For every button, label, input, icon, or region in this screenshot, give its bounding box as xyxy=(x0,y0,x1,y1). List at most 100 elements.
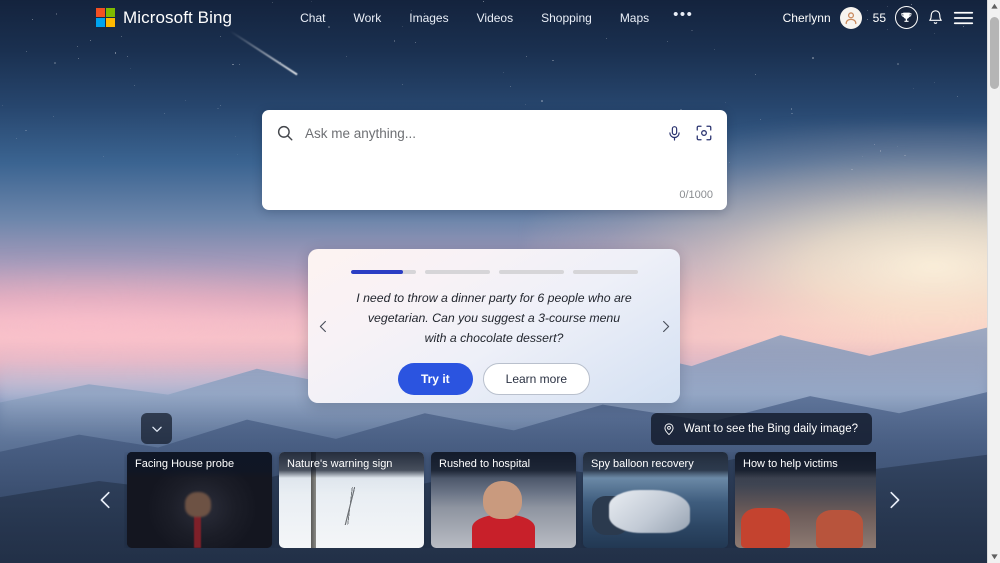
suggestion-progress-segment[interactable] xyxy=(424,270,490,274)
news-card[interactable]: How to help victims xyxy=(735,452,876,548)
avatar[interactable] xyxy=(839,6,862,29)
star xyxy=(220,35,222,37)
scrollbar-thumb[interactable] xyxy=(989,17,999,89)
search-icon xyxy=(276,124,294,142)
location-pin-icon xyxy=(662,422,676,436)
news-card-title: Rushed to hospital xyxy=(431,452,576,479)
carousel-prev-arrow[interactable] xyxy=(88,450,124,550)
nav-item-videos[interactable]: Videos xyxy=(463,6,527,30)
brand-name-text: Microsoft Bing xyxy=(123,7,233,27)
star xyxy=(53,116,55,118)
star xyxy=(526,55,528,57)
visual-search-icon[interactable] xyxy=(695,124,713,142)
star xyxy=(232,63,234,66)
star xyxy=(185,100,187,102)
bing-brand-logo[interactable]: Microsoft Bing xyxy=(96,8,232,28)
star xyxy=(552,59,554,62)
star xyxy=(666,41,668,43)
suggestion-card-body: I need to throw a dinner party for 6 peo… xyxy=(338,257,650,395)
expand-feed-button[interactable] xyxy=(141,413,172,444)
star xyxy=(897,63,900,65)
suggestion-card-buttons: Try it Learn more xyxy=(397,362,591,395)
star xyxy=(541,99,543,102)
star xyxy=(235,135,237,137)
daily-image-prompt-label: Want to see the Bing daily image? xyxy=(683,423,858,435)
daily-image-prompt-button[interactable]: Want to see the Bing daily image? xyxy=(650,413,872,445)
news-card[interactable]: Facing House probe xyxy=(127,452,272,548)
suggestion-carousel-card: I need to throw a dinner party for 6 peo… xyxy=(308,249,680,403)
top-navigation-bar: Microsoft Bing Chat Work Images Videos S… xyxy=(0,0,988,35)
rewards-trophy-icon[interactable] xyxy=(895,6,918,29)
news-card[interactable]: Spy balloon recovery xyxy=(583,452,728,548)
nav-item-shopping[interactable]: Shopping xyxy=(527,6,606,30)
nav-item-chat[interactable]: Chat xyxy=(286,6,339,30)
news-card-title: Facing House probe xyxy=(127,452,272,479)
news-card-title: How to help victims xyxy=(735,452,876,479)
star xyxy=(239,63,241,65)
suggestion-progress-fill xyxy=(350,270,403,274)
star xyxy=(15,138,17,140)
try-it-button[interactable]: Try it xyxy=(397,362,473,395)
nav-more-icon[interactable]: ••• xyxy=(663,5,703,30)
learn-more-button[interactable]: Learn more xyxy=(482,362,591,395)
news-card[interactable]: Rushed to hospital xyxy=(431,452,576,548)
rewards-points-label: 55 xyxy=(872,10,886,25)
star xyxy=(754,74,756,76)
star xyxy=(714,49,716,51)
star xyxy=(120,35,122,37)
suggestion-progress-segment[interactable] xyxy=(572,270,638,274)
nav-item-work[interactable]: Work xyxy=(339,6,395,30)
star xyxy=(77,46,79,48)
suggestion-prev-arrow[interactable] xyxy=(308,249,338,403)
star xyxy=(103,156,105,158)
header-actions: Cherlynn 55 xyxy=(783,6,988,29)
microphone-icon[interactable] xyxy=(666,125,683,142)
star xyxy=(510,85,512,87)
suggestion-progress-segment[interactable] xyxy=(350,270,416,274)
star xyxy=(791,112,793,115)
nav-item-images[interactable]: Images xyxy=(395,6,462,30)
bing-homepage: Microsoft Bing Chat Work Images Videos S… xyxy=(0,0,1000,563)
star xyxy=(402,84,404,86)
news-carousel: Facing House probe Nature's warning sign R… xyxy=(88,450,912,550)
star xyxy=(24,129,27,132)
star xyxy=(114,52,117,54)
star xyxy=(909,49,911,51)
star xyxy=(78,58,80,60)
star xyxy=(130,67,132,69)
star xyxy=(54,62,56,64)
star xyxy=(760,119,762,121)
user-name-label: Cherlynn xyxy=(782,10,831,25)
news-card[interactable]: Nature's warning sign xyxy=(279,452,424,548)
character-counter: 0/1000 xyxy=(679,189,713,201)
star xyxy=(724,101,726,103)
star xyxy=(133,84,135,86)
suggestion-progress-segment[interactable] xyxy=(498,270,564,274)
star xyxy=(25,50,27,52)
news-card-title: Nature's warning sign xyxy=(279,452,424,479)
search-box-input-row xyxy=(262,110,727,156)
scroll-down-arrow[interactable] xyxy=(988,550,1000,563)
star xyxy=(414,42,416,44)
hamburger-menu-icon[interactable] xyxy=(953,10,974,26)
search-input[interactable] xyxy=(305,125,656,141)
star xyxy=(1,104,3,106)
primary-nav: Chat Work Images Videos Shopping Maps ••… xyxy=(286,5,703,30)
carousel-next-arrow[interactable] xyxy=(876,450,912,550)
scroll-up-arrow[interactable] xyxy=(988,0,1000,13)
star xyxy=(90,39,92,41)
search-box[interactable]: 0/1000 xyxy=(262,110,727,210)
nav-item-maps[interactable]: Maps xyxy=(606,6,663,30)
scrollbar-track[interactable] xyxy=(988,13,1000,550)
star xyxy=(220,105,222,107)
page-scrollbar[interactable] xyxy=(987,0,1000,563)
news-card-list: Facing House probe Nature's warning sign R… xyxy=(124,452,876,548)
suggestion-progress-indicator[interactable] xyxy=(350,270,638,274)
news-card-title: Spy balloon recovery xyxy=(583,452,728,479)
star xyxy=(236,153,238,155)
star xyxy=(393,39,396,42)
notifications-bell-icon[interactable] xyxy=(927,9,944,26)
star xyxy=(346,56,348,58)
star xyxy=(502,71,504,73)
suggestion-next-arrow[interactable] xyxy=(650,249,680,403)
